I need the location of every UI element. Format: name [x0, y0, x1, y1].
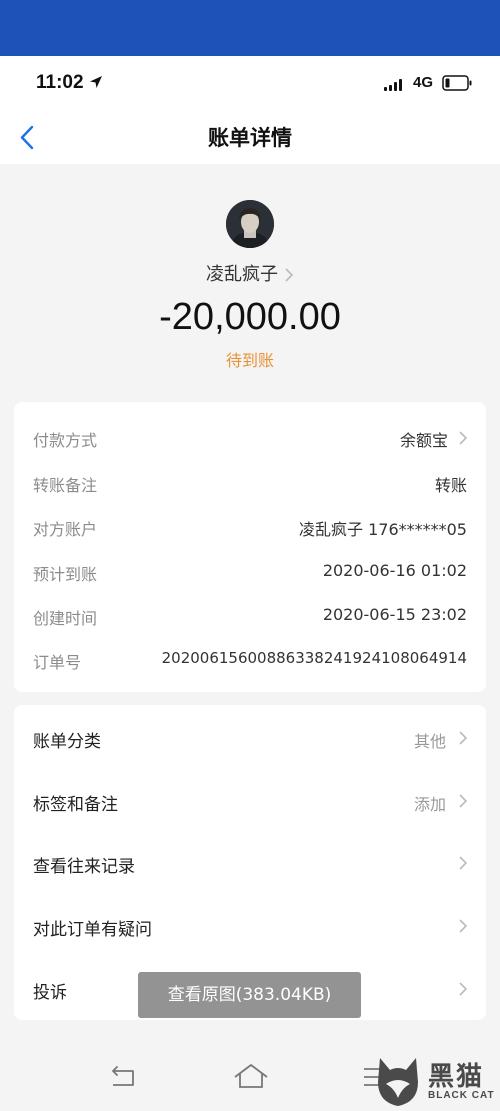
payee-name: 凌乱疯子	[206, 264, 278, 285]
detail-row-counterparty: 对方账户 凌乱疯子 176******05	[14, 504, 486, 548]
menu-item-bill-category[interactable]: 账单分类 其他	[14, 707, 486, 769]
chevron-right-icon	[459, 794, 468, 808]
detail-label: 转账备注	[33, 476, 98, 495]
view-original-button[interactable]: 查看原图(383.04KB)	[138, 972, 361, 1018]
chevron-right-icon	[459, 919, 468, 933]
amount: -20,000.00	[159, 296, 341, 338]
menu-item-order-question[interactable]: 对此订单有疑问	[14, 895, 486, 957]
network-label: 4G	[413, 74, 434, 91]
watermark-subtitle: BLACK CAT	[428, 1090, 495, 1101]
chevron-right-icon	[459, 856, 468, 870]
detail-label: 创建时间	[33, 609, 98, 628]
detail-row-payment-method[interactable]: 付款方式 余额宝	[14, 415, 486, 459]
top-color-band	[0, 0, 500, 56]
detail-value: 20200615600886338241924108064914	[161, 649, 467, 667]
detail-label: 订单号	[33, 653, 82, 672]
avatar[interactable]	[226, 200, 274, 248]
black-cat-watermark: 黑猫 BLACK CAT	[372, 1054, 498, 1110]
detail-label: 预计到账	[33, 565, 98, 584]
detail-label: 付款方式	[33, 431, 98, 450]
system-back-icon[interactable]	[108, 1063, 140, 1091]
chevron-right-icon	[459, 731, 468, 745]
detail-card: 付款方式 余额宝 转账备注 转账 对方账户 凌乱疯子 176******05 预…	[14, 402, 486, 692]
battery-icon	[442, 75, 472, 91]
menu-label: 对此订单有疑问	[33, 920, 152, 940]
chevron-right-icon	[459, 982, 468, 996]
menu-value: 添加	[413, 795, 446, 814]
avatar-image	[226, 200, 274, 248]
signal-icon	[384, 79, 406, 91]
page-title: 账单详情	[208, 126, 292, 150]
menu-item-tags-notes[interactable]: 标签和备注 添加	[14, 770, 486, 832]
detail-row-created-time: 创建时间 2020-06-15 23:02	[14, 593, 486, 637]
detail-label: 对方账户	[33, 520, 98, 539]
location-arrow-icon	[90, 76, 102, 88]
detail-row-expected-arrival: 预计到账 2020-06-16 01:02	[14, 549, 486, 593]
status-time: 11:02	[36, 72, 84, 93]
status-bar: 11:02 4G	[0, 56, 500, 112]
watermark-title: 黑猫	[428, 1062, 485, 1092]
detail-value: 凌乱疯子 176******05	[299, 520, 467, 539]
menu-label: 账单分类	[33, 732, 101, 752]
detail-value: 2020-06-15 23:02	[322, 605, 467, 624]
menu-label: 标签和备注	[33, 795, 118, 815]
detail-row-remark: 转账备注 转账	[14, 460, 486, 504]
chevron-right-icon	[285, 268, 294, 282]
menu-value: 其他	[413, 732, 446, 751]
detail-value: 转账	[434, 476, 467, 495]
chevron-right-icon	[459, 431, 468, 445]
nav-bar: 账单详情	[0, 112, 500, 164]
system-home-icon[interactable]	[232, 1061, 270, 1091]
status-badge: 待到账	[225, 351, 274, 370]
detail-value: 2020-06-16 01:02	[322, 561, 467, 580]
menu-item-history[interactable]: 查看往来记录	[14, 832, 486, 894]
detail-value: 余额宝	[399, 431, 448, 450]
menu-label: 查看往来记录	[33, 857, 135, 877]
menu-label: 投诉	[33, 983, 67, 1003]
payee-row[interactable]: 凌乱疯子	[0, 260, 500, 286]
detail-row-order-number: 订单号 20200615600886338241924108064914	[14, 637, 486, 681]
cat-logo-icon	[378, 1058, 418, 1106]
